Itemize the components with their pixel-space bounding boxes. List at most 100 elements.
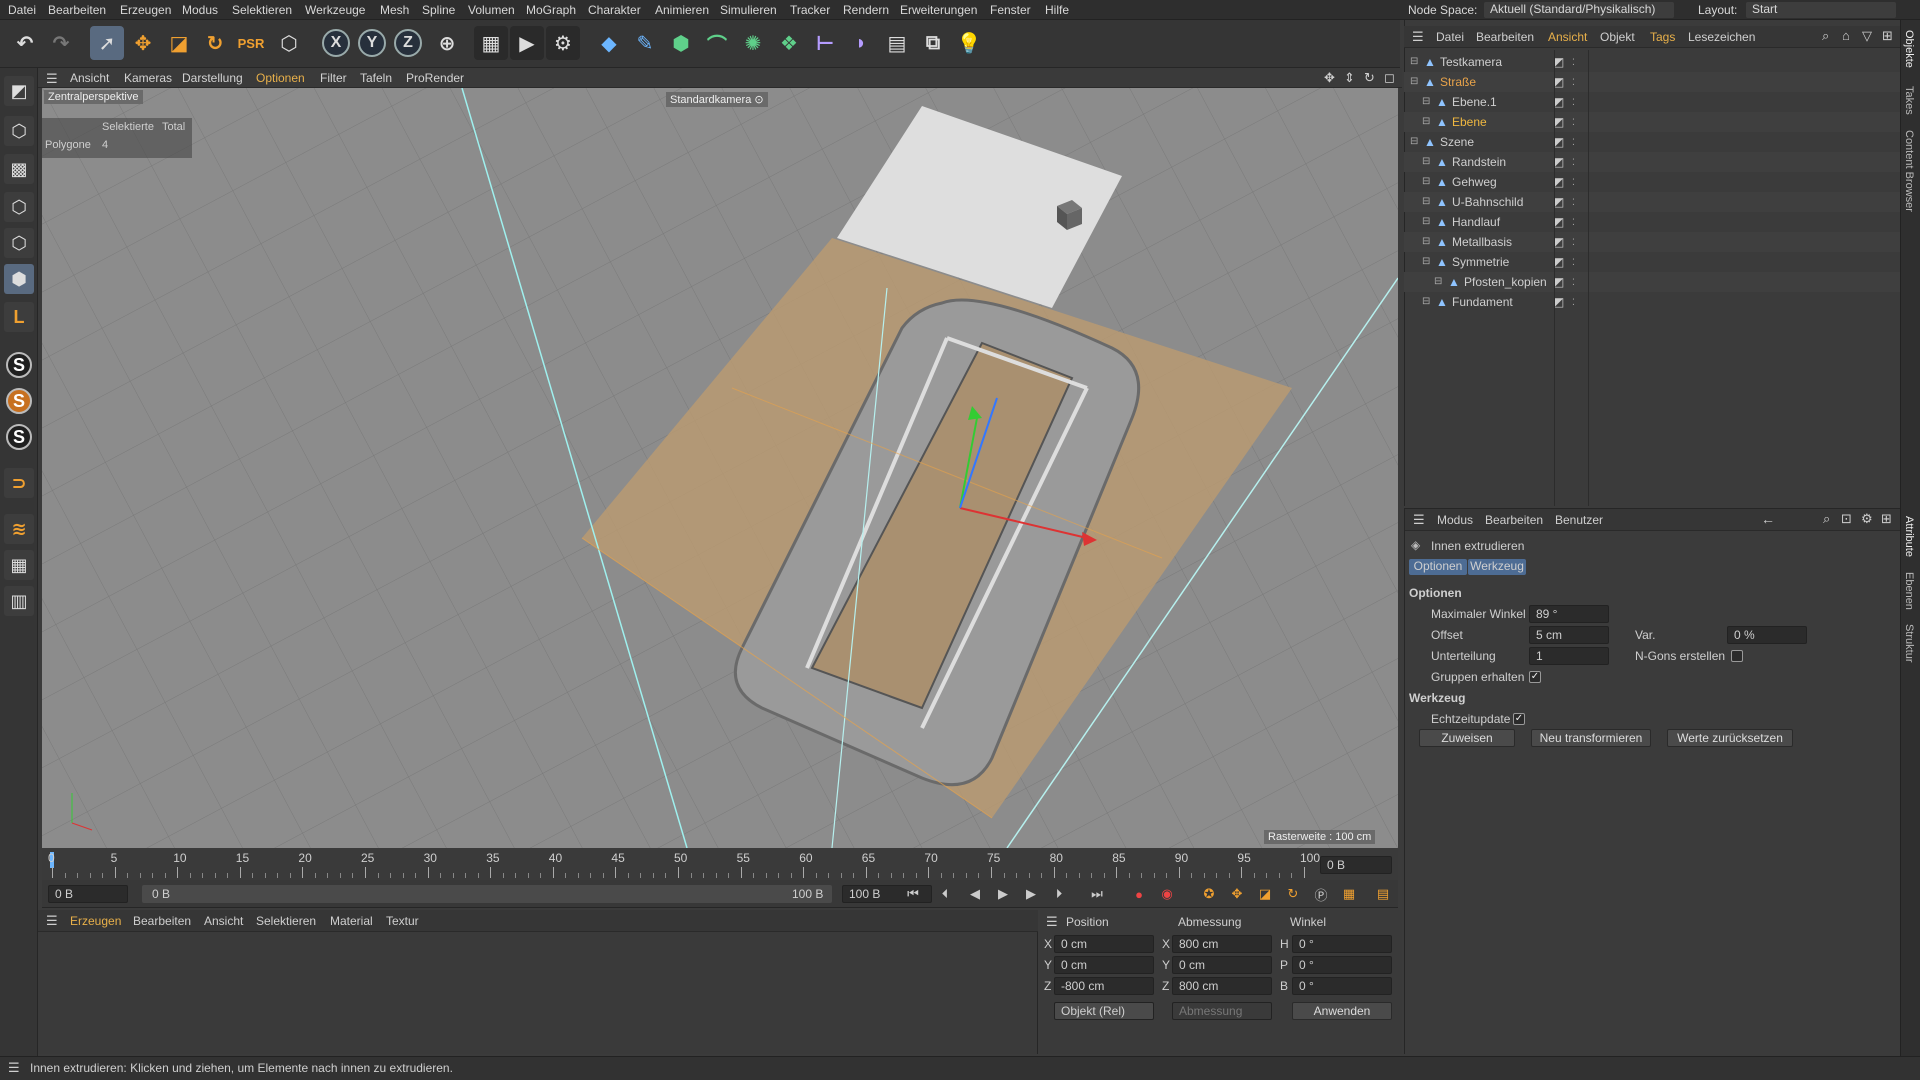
- side-tab-takes[interactable]: Takes: [1903, 86, 1915, 115]
- mat-menu-bearbeiten[interactable]: Bearbeiten: [133, 914, 191, 928]
- position-x-field[interactable]: 0 cm: [1054, 935, 1154, 953]
- object-row[interactable]: ⊟ ▲ Ebene.1 ◩ ⁚: [1404, 92, 1900, 112]
- expand-icon[interactable]: ⊟: [1422, 172, 1430, 192]
- menu-spline[interactable]: Spline: [422, 3, 455, 17]
- size-z-field[interactable]: 800 cm: [1172, 977, 1272, 995]
- snap-settings-icon[interactable]: S: [6, 388, 32, 414]
- key-pla-icon[interactable]: ▦: [1338, 884, 1360, 904]
- menu-mograph[interactable]: MoGraph: [526, 3, 576, 17]
- render-settings-icon[interactable]: ⚙: [546, 26, 580, 60]
- object-row[interactable]: ⊟ ▲ Randstein ◩ ⁚: [1404, 152, 1900, 172]
- object-row[interactable]: ⊟ ▲ Handlauf ◩ ⁚: [1404, 212, 1900, 232]
- var-field[interactable]: 0 %: [1727, 626, 1807, 644]
- timeline-ruler[interactable]: 0 5 10 15 20 25 30 35 40 45 50 55 60 65 70 75 80 85 90 95 10…: [42, 850, 1398, 880]
- menu-tracker[interactable]: Tracker: [790, 3, 830, 17]
- editor-render-dots-icon[interactable]: ⁚: [1572, 192, 1575, 212]
- menu-datei[interactable]: Datei: [8, 3, 36, 17]
- model-mode-icon[interactable]: ◩: [4, 76, 34, 106]
- layout-select[interactable]: Start: [1746, 2, 1896, 18]
- vp-menu-prorender[interactable]: ProRender: [406, 71, 464, 85]
- angle-b-field[interactable]: 0 °: [1292, 977, 1392, 995]
- editor-render-dots-icon[interactable]: ⁚: [1572, 252, 1575, 272]
- vp-menu-kameras[interactable]: Kameras: [124, 71, 172, 85]
- autokey-icon[interactable]: ◉: [1156, 884, 1178, 904]
- menu-simulieren[interactable]: Simulieren: [720, 3, 777, 17]
- attr-new-window-icon[interactable]: ⊞: [1881, 511, 1892, 527]
- object-filter-icon[interactable]: ▽: [1862, 28, 1872, 44]
- axis-z-button[interactable]: Z: [394, 29, 422, 57]
- editor-render-dots-icon[interactable]: ⁚: [1572, 112, 1575, 132]
- locked-workplane-icon[interactable]: ▥: [4, 586, 34, 616]
- vp-menu-darstellung[interactable]: Darstellung: [182, 71, 243, 85]
- edge-mode-icon[interactable]: ⬡: [4, 228, 34, 258]
- editor-render-dots-icon[interactable]: ⁚: [1572, 72, 1575, 92]
- render-region-icon[interactable]: ▦: [474, 26, 508, 60]
- expand-icon[interactable]: ⊟: [1422, 252, 1430, 272]
- render-view-icon[interactable]: ▶: [510, 26, 544, 60]
- object-row[interactable]: ⊟ ▲ U-Bahnschild ◩ ⁚: [1404, 192, 1900, 212]
- object-coord-icon[interactable]: ⬡: [272, 26, 306, 60]
- expand-icon[interactable]: ⊟: [1422, 112, 1430, 132]
- viewport-maximize-icon[interactable]: ◻: [1384, 70, 1395, 86]
- scale-icon[interactable]: ◪: [162, 26, 196, 60]
- deformer-icon[interactable]: ◗: [844, 26, 878, 60]
- retransform-button[interactable]: Neu transformieren: [1531, 729, 1651, 747]
- pen-icon[interactable]: ✎: [628, 26, 662, 60]
- obj-menu-datei[interactable]: Datei: [1436, 30, 1464, 44]
- status-menu-icon[interactable]: ☰: [8, 1057, 20, 1079]
- menu-animieren[interactable]: Animieren: [655, 3, 709, 17]
- editor-render-dots-icon[interactable]: ⁚: [1572, 132, 1575, 152]
- attr-search-icon[interactable]: ⌕: [1823, 511, 1830, 527]
- world-coords-icon[interactable]: ⊕: [430, 26, 464, 60]
- obj-menu-bearbeiten[interactable]: Bearbeiten: [1476, 30, 1534, 44]
- obj-menu-ansicht[interactable]: Ansicht: [1548, 30, 1587, 44]
- angle-h-field[interactable]: 0 °: [1292, 935, 1392, 953]
- size-y-field[interactable]: 0 cm: [1172, 956, 1272, 974]
- live-selection-icon[interactable]: ➚: [90, 26, 124, 60]
- next-key-icon[interactable]: ⏵: [1048, 884, 1070, 904]
- mat-menu-material[interactable]: Material: [330, 914, 373, 928]
- key-scale-icon[interactable]: ◪: [1254, 884, 1276, 904]
- expand-icon[interactable]: ⊟: [1410, 52, 1418, 72]
- attr-back-icon[interactable]: ←: [1761, 511, 1775, 527]
- object-row[interactable]: ⊟ ▲ Testkamera ◩ ⁚: [1404, 52, 1900, 72]
- vp-menu-tafeln[interactable]: Tafeln: [360, 71, 392, 85]
- position-y-field[interactable]: 0 cm: [1054, 956, 1154, 974]
- editor-render-dots-icon[interactable]: ⁚: [1572, 292, 1575, 312]
- attr-lock-icon[interactable]: ⊡: [1841, 511, 1852, 527]
- expand-icon[interactable]: ⊟: [1410, 72, 1418, 92]
- rotate-icon[interactable]: ↻: [198, 26, 232, 60]
- menu-charakter[interactable]: Charakter: [588, 3, 641, 17]
- goto-end-icon[interactable]: ⏭: [1086, 884, 1108, 904]
- object-row[interactable]: ⊟ ▲ Symmetrie ◩ ⁚: [1404, 252, 1900, 272]
- menu-volumen[interactable]: Volumen: [468, 3, 515, 17]
- texture-mode-icon[interactable]: ▩: [4, 154, 34, 184]
- coord-menu-icon[interactable]: ☰: [1046, 914, 1058, 930]
- editor-render-dots-icon[interactable]: ⁚: [1572, 212, 1575, 232]
- cloner-icon[interactable]: ✺: [736, 26, 770, 60]
- viewport-nav-move-icon[interactable]: ✥: [1324, 70, 1335, 86]
- menu-selektieren[interactable]: Selektieren: [232, 3, 292, 17]
- attr-menu-benutzer[interactable]: Benutzer: [1555, 513, 1603, 527]
- expand-icon[interactable]: ⊟: [1422, 212, 1430, 232]
- menu-bearbeiten[interactable]: Bearbeiten: [48, 3, 106, 17]
- assign-button[interactable]: Zuweisen: [1419, 729, 1515, 747]
- mat-menu-textur[interactable]: Textur: [386, 914, 419, 928]
- object-row[interactable]: ⊟ ▲ Metallbasis ◩ ⁚: [1404, 232, 1900, 252]
- mat-menu-selektieren[interactable]: Selektieren: [256, 914, 316, 928]
- point-mode-icon[interactable]: ⬡: [4, 192, 34, 222]
- menu-erweiterungen[interactable]: Erweiterungen: [900, 3, 977, 17]
- recent-tools-icon[interactable]: PSR: [234, 26, 268, 60]
- apply-button[interactable]: Anwenden: [1292, 1002, 1392, 1020]
- attr-menu-modus[interactable]: Modus: [1437, 513, 1473, 527]
- play-icon[interactable]: ▶: [992, 884, 1014, 904]
- bend-icon[interactable]: ⌒: [700, 26, 734, 60]
- cube-icon[interactable]: ◆: [592, 26, 626, 60]
- coord-mode-select[interactable]: Objekt (Rel): [1054, 1002, 1154, 1020]
- attr-menu-bearbeiten[interactable]: Bearbeiten: [1485, 513, 1543, 527]
- undo-icon[interactable]: ↶: [8, 26, 42, 60]
- size-x-field[interactable]: 800 cm: [1172, 935, 1272, 953]
- attribute-menu-icon[interactable]: ☰: [1413, 512, 1425, 528]
- camera-icon[interactable]: ⧉: [916, 26, 950, 60]
- reset-values-button[interactable]: Werte zurücksetzen: [1667, 729, 1793, 747]
